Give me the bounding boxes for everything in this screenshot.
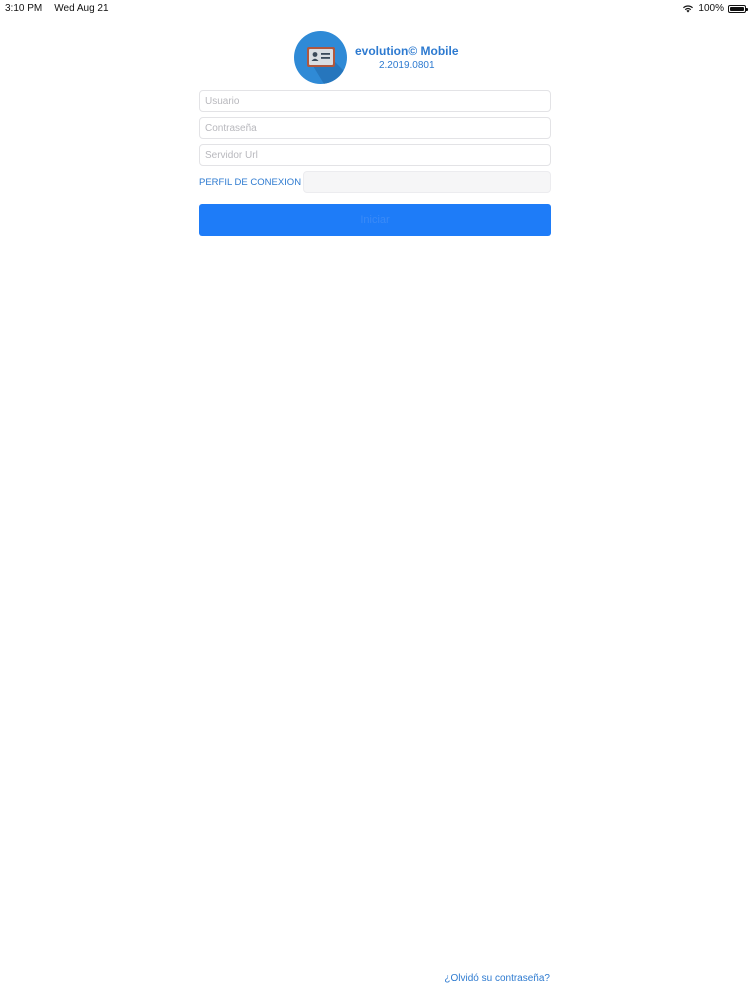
battery-percent: 100%: [698, 3, 724, 14]
connection-profile-picker[interactable]: [303, 171, 551, 193]
login-button[interactable]: Iniciar: [199, 204, 551, 236]
app-title: evolution© Mobile: [355, 44, 459, 58]
app-header: evolution© Mobile 2.2019.0801: [294, 31, 459, 84]
battery-fill: [730, 6, 744, 11]
server-url-input[interactable]: [199, 144, 551, 166]
username-input[interactable]: [199, 90, 551, 112]
forgot-password-link[interactable]: ¿Olvidó su contraseña?: [444, 973, 550, 984]
status-bar: 3:10 PM Wed Aug 21 100%: [0, 0, 750, 16]
app-title-block: evolution© Mobile 2.2019.0801: [355, 44, 459, 71]
battery-icon: [728, 4, 748, 13]
connection-profile-label[interactable]: PERFIL DE CONEXION: [199, 177, 303, 188]
id-card-icon: [294, 31, 347, 84]
connection-profile-row: PERFIL DE CONEXION: [199, 171, 551, 193]
password-input[interactable]: [199, 117, 551, 139]
app-version: 2.2019.0801: [378, 60, 435, 71]
wifi-icon: [682, 4, 694, 13]
status-date: Wed Aug 21: [54, 3, 109, 14]
login-form: PERFIL DE CONEXION Iniciar: [199, 90, 551, 236]
status-time: 3:10 PM: [5, 3, 43, 14]
status-left: 3:10 PM Wed Aug 21: [5, 3, 109, 14]
status-right: 100%: [682, 3, 748, 14]
